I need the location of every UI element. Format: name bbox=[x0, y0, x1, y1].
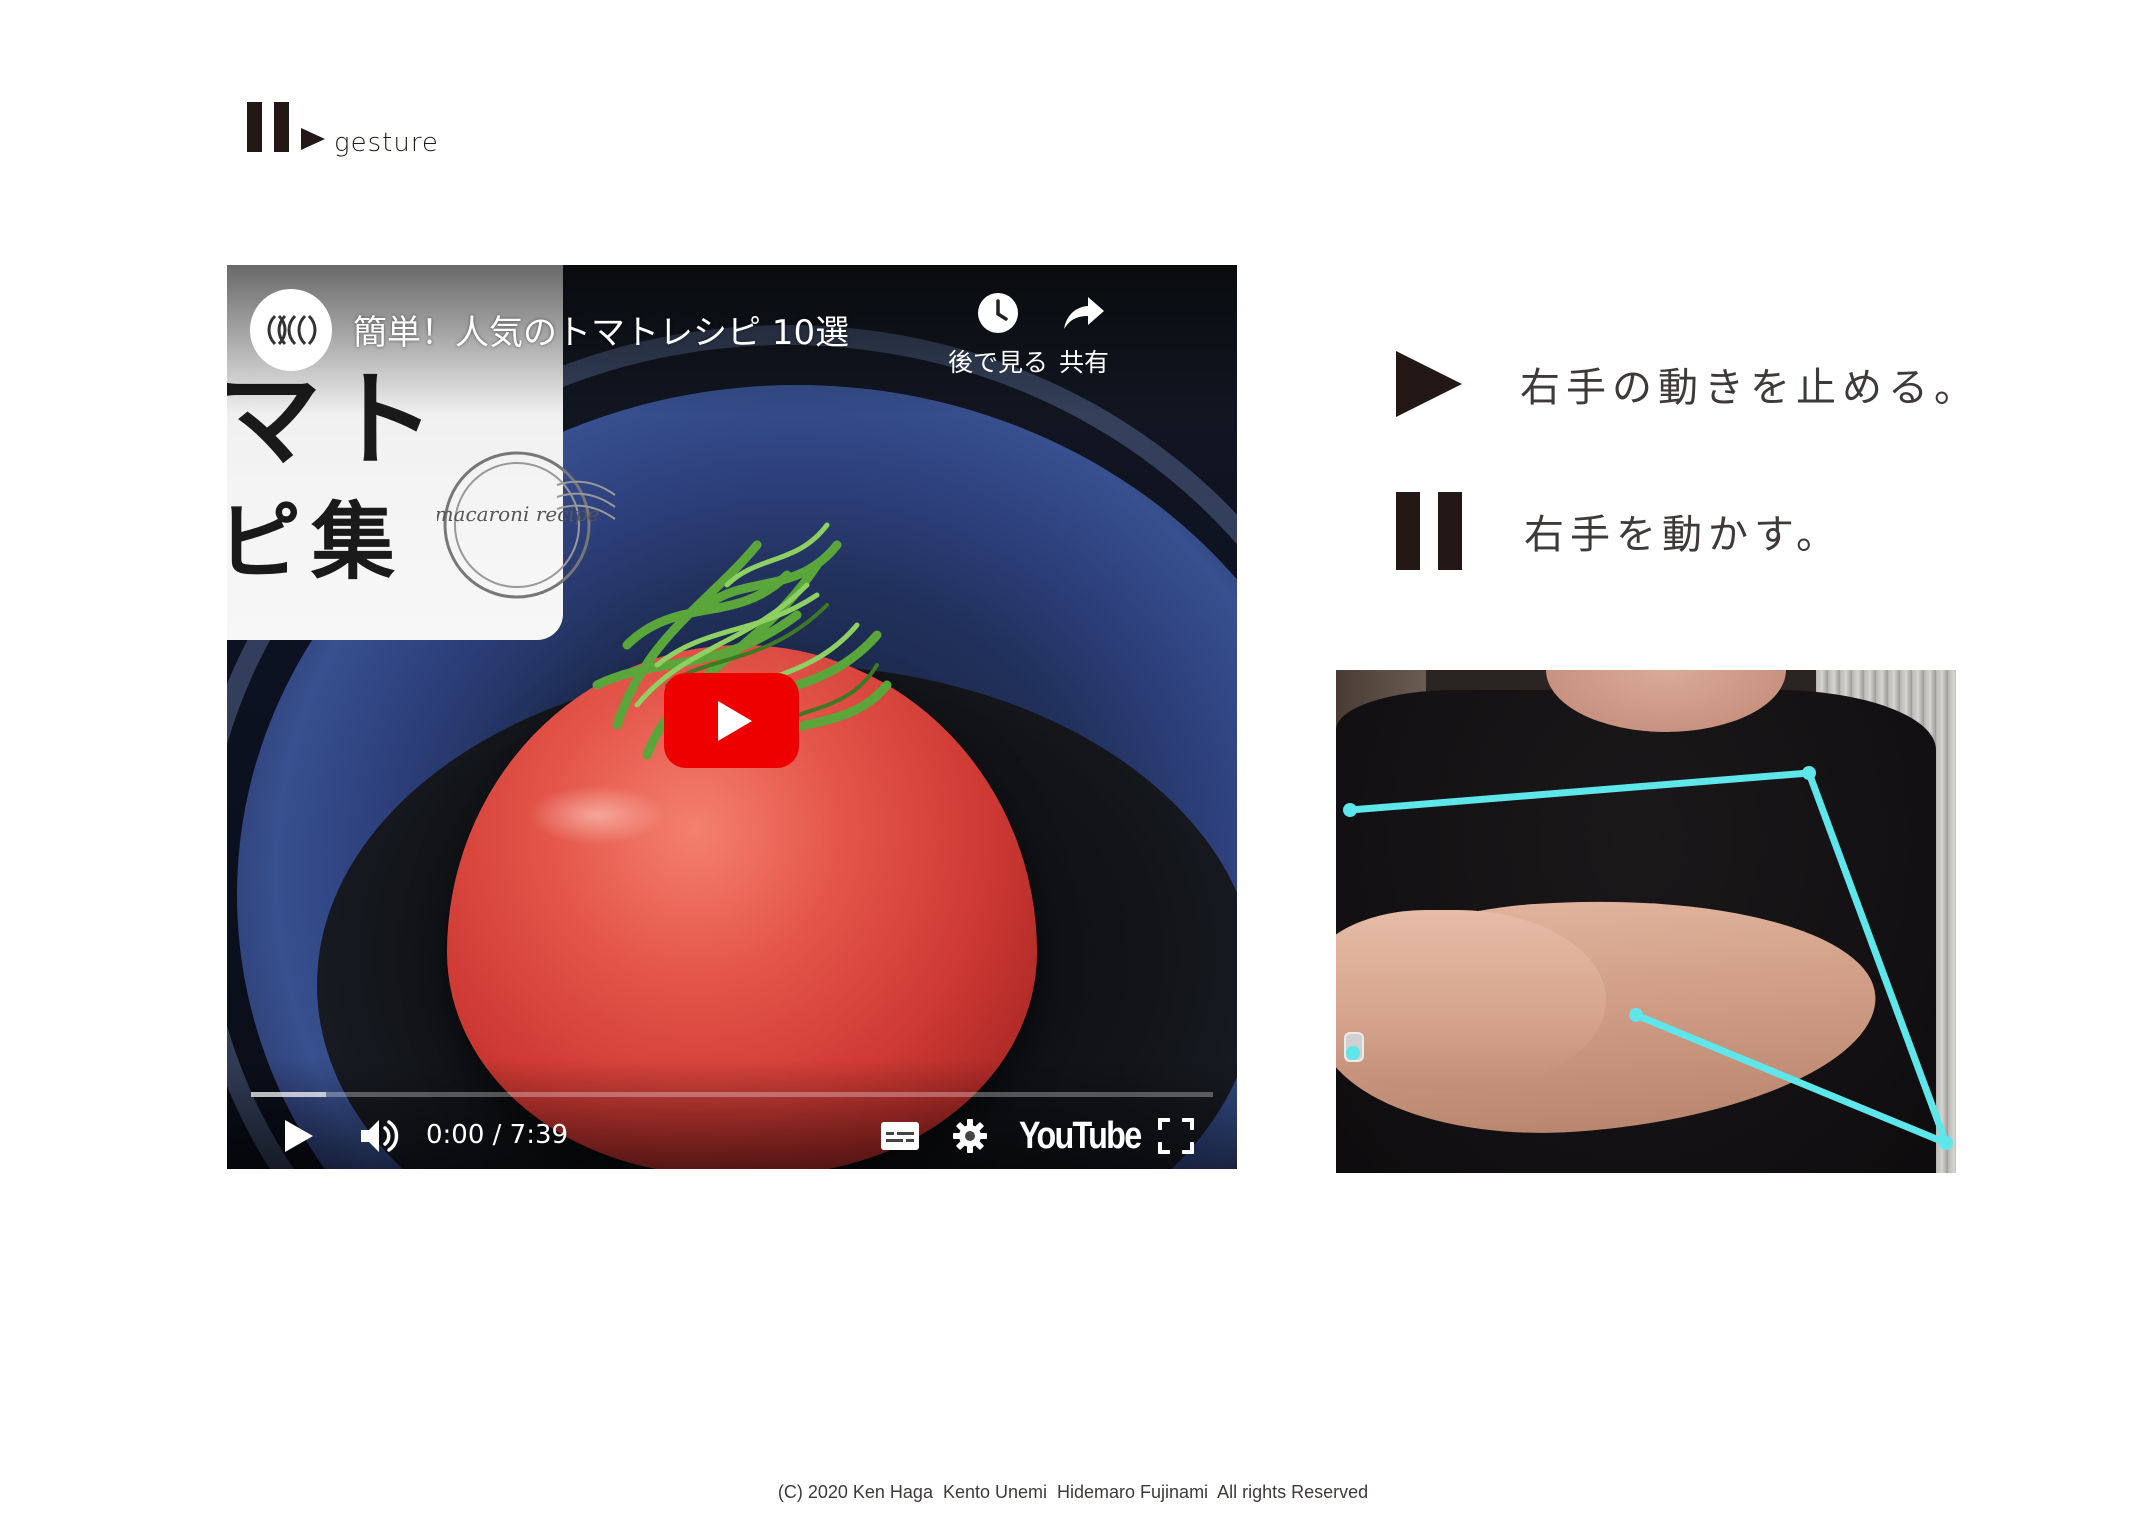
instruction-pause-text: 右手を動かす。 bbox=[1524, 512, 1842, 558]
fullscreen-button[interactable] bbox=[1151, 1108, 1201, 1164]
recipe-stamp-image: macaroni recipe bbox=[437, 451, 616, 599]
card-title-line2: ピ集 bbox=[227, 493, 406, 591]
app-logo: gesture bbox=[247, 100, 447, 158]
video-title[interactable]: 簡単！人気のトマトレシピ 10選 bbox=[353, 305, 849, 354]
instruction-pause: 右手を動かす。 bbox=[1396, 490, 1996, 570]
stamp-text: macaroni recipe bbox=[437, 502, 599, 526]
instruction-play-text: 右手の動きを止める。 bbox=[1520, 365, 1980, 411]
clock-icon bbox=[978, 293, 1018, 333]
fullscreen-icon bbox=[1158, 1118, 1194, 1154]
subtitles-icon bbox=[881, 1122, 919, 1150]
play-icon bbox=[285, 1120, 313, 1152]
settings-button[interactable] bbox=[945, 1108, 995, 1164]
gear-icon bbox=[953, 1119, 987, 1153]
logo-pause-icon bbox=[247, 102, 291, 152]
footer-copyright: (C) 2020 Ken Haga Kento Unemi Hidemaro F… bbox=[777, 1482, 1369, 1502]
tomato-highlight bbox=[527, 785, 667, 845]
pose-skeleton-overlay bbox=[1343, 766, 1953, 1150]
logo-play-icon bbox=[301, 128, 325, 150]
player-controls: 0:00 / 7:39 YouTube bbox=[227, 1108, 1237, 1164]
time-display: 0:00 / 7:39 bbox=[426, 1120, 569, 1150]
volume-button[interactable] bbox=[353, 1108, 409, 1164]
channel-avatar-icon bbox=[267, 314, 317, 346]
big-play-button[interactable] bbox=[664, 673, 799, 768]
share-arrow-icon bbox=[1064, 297, 1104, 329]
youtube-logo[interactable]: YouTube bbox=[1019, 1114, 1142, 1158]
play-icon bbox=[1396, 351, 1462, 417]
video-player[interactable]: マト ピ集 macaroni recipe 簡単！人気のトマトレシピ 10選 後… bbox=[227, 265, 1237, 1169]
progress-loaded bbox=[251, 1092, 327, 1097]
channel-avatar[interactable] bbox=[250, 289, 332, 371]
webcam-feed bbox=[1336, 670, 1956, 1173]
volume-icon bbox=[361, 1120, 399, 1152]
big-play-icon bbox=[717, 700, 752, 741]
instruction-play: 右手の動きを止める。 bbox=[1396, 343, 1996, 423]
progress-bar[interactable] bbox=[251, 1092, 1213, 1097]
logo-wordmark: gesture bbox=[334, 128, 439, 158]
share-button[interactable]: 共有 bbox=[1024, 291, 1144, 379]
pause-icon bbox=[1396, 492, 1462, 570]
play-button[interactable] bbox=[274, 1108, 324, 1164]
subtitles-button[interactable] bbox=[875, 1108, 925, 1164]
share-label: 共有 bbox=[1058, 348, 1109, 377]
